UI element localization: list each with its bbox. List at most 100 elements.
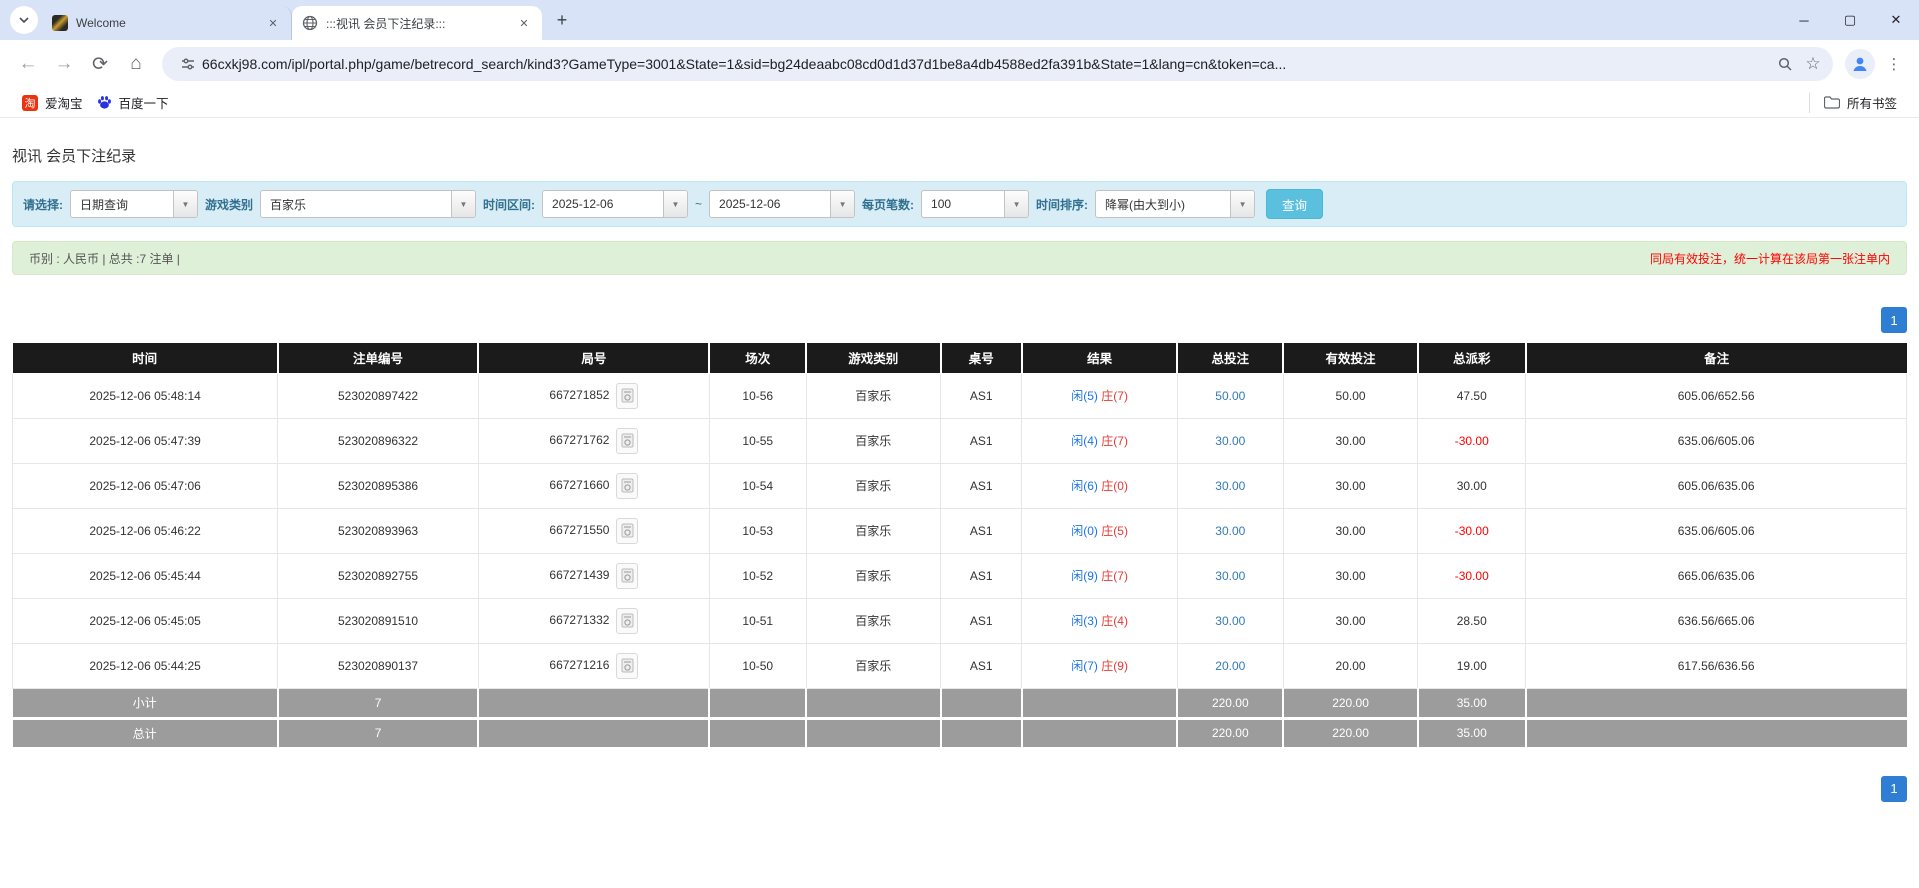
date-from-select[interactable]: 2025-12-06 ▼	[542, 190, 689, 218]
menu-kebab-icon[interactable]: ⋮	[1879, 49, 1909, 79]
sort-order-select[interactable]: 降幂(由大到小) ▼	[1095, 190, 1256, 218]
all-bookmarks-button[interactable]: 所有书签	[1808, 92, 1911, 113]
close-icon[interactable]: ✕	[265, 15, 281, 31]
time-cell: 2025-12-06 05:45:44	[11, 552, 279, 599]
video-replay-icon[interactable]	[616, 517, 639, 544]
table-row: 2025-12-06 05:47:39 523020896322 667271762…	[11, 417, 1907, 464]
round-number-cell: 667271550	[477, 507, 710, 554]
minimize-button[interactable]: ─	[1781, 0, 1827, 40]
sort-label: 时间排序:	[1036, 197, 1089, 212]
tab-search-button[interactable]	[10, 6, 38, 34]
result-cell: 闲(6) 庄(0)	[1021, 462, 1178, 509]
table-number-cell: AS1	[940, 642, 1023, 689]
home-button[interactable]: ⌂	[118, 46, 154, 82]
session-cell: 10-56	[708, 372, 807, 419]
round-number-text: 667271660	[549, 477, 610, 492]
valid-bet-cell: 220.00	[1283, 718, 1419, 750]
payout-cell: -30.00	[1417, 417, 1527, 464]
video-replay-icon[interactable]	[616, 652, 639, 679]
query-type-select[interactable]: 日期查询 ▼	[70, 190, 198, 218]
tab-strip: Welcome ✕ :::视讯 会员下注纪录::: ✕ + ─ ▢ ✕	[0, 0, 1919, 40]
total-bet-link[interactable]: 30.00	[1215, 614, 1245, 628]
result-cell: 闲(7) 庄(9)	[1021, 642, 1178, 689]
bookmark-baidu[interactable]: 百度一下	[97, 93, 169, 112]
chevron-down-icon: ▼	[1004, 191, 1029, 217]
total-bet-link[interactable]: 30.00	[1215, 479, 1245, 493]
remark-cell	[1525, 718, 1907, 750]
video-replay-icon[interactable]	[616, 382, 639, 409]
remark-cell: 617.56/636.56	[1525, 642, 1907, 689]
game-type-select[interactable]: 百家乐 ▼	[260, 190, 477, 218]
bookmark-aitaobao[interactable]: 淘 爱淘宝	[22, 93, 83, 112]
round-number-cell: 667271762	[477, 417, 710, 464]
zoom-icon[interactable]	[1771, 50, 1799, 78]
round-number-cell: 667271216	[477, 642, 710, 689]
total-bet-link[interactable]: 30.00	[1215, 524, 1245, 538]
back-button[interactable]: ←	[10, 46, 46, 82]
payout-cell: 35.00	[1417, 718, 1527, 750]
result-player: 闲(4)	[1071, 434, 1098, 448]
tab-welcome[interactable]: Welcome ✕	[42, 6, 292, 40]
bet-number-cell: 523020896322	[277, 417, 479, 464]
tab-bet-records[interactable]: :::视讯 会员下注纪录::: ✕	[292, 6, 542, 40]
result-banker: 庄(7)	[1101, 389, 1128, 403]
reload-button[interactable]: ⟳	[82, 46, 118, 82]
summary-label-cell: 小计	[12, 688, 279, 720]
page-size-select[interactable]: 100 ▼	[921, 190, 1030, 218]
total-bet-cell: 220.00	[1177, 688, 1285, 720]
total-bet-cell: 220.00	[1177, 718, 1285, 750]
total-bet-cell: 30.00	[1176, 552, 1284, 599]
time-cell: 2025-12-06 05:44:25	[11, 642, 279, 689]
address-bar[interactable]: 66cxkj98.com/ipl/portal.php/game/betreco…	[162, 47, 1833, 81]
url-text[interactable]: 66cxkj98.com/ipl/portal.php/game/betreco…	[202, 56, 1771, 72]
profile-avatar[interactable]	[1845, 49, 1875, 79]
page-number-button[interactable]: 1	[1881, 775, 1907, 802]
game-type-cell: 百家乐	[805, 597, 942, 644]
table-header-cell: 桌号	[940, 343, 1023, 374]
payout-cell: 19.00	[1417, 642, 1527, 689]
page-number-button[interactable]: 1	[1881, 307, 1907, 333]
result-cell: 闲(3) 庄(4)	[1021, 597, 1178, 644]
result-player: 闲(9)	[1071, 569, 1098, 583]
total-bet-link[interactable]: 30.00	[1215, 569, 1245, 583]
valid-bet-cell: 50.00	[1282, 372, 1419, 419]
chevron-down-icon: ▼	[451, 191, 476, 217]
bookmark-label: 百度一下	[118, 97, 169, 111]
table-header-row: 时间 注单编号 局号 场次 游戏类别 桌号 结果 总投注 有效投注 总派彩 备注	[12, 343, 1907, 374]
table-row: 2025-12-06 05:45:05 523020891510 667271332…	[11, 597, 1907, 644]
table-row: 2025-12-06 05:46:22 523020893963 667271550…	[11, 507, 1907, 554]
forward-button[interactable]: →	[46, 46, 82, 82]
close-icon[interactable]: ✕	[516, 15, 532, 31]
total-bet-link[interactable]: 30.00	[1215, 434, 1245, 448]
session-cell: 10-51	[708, 597, 807, 644]
round-number-cell: 667271852	[477, 372, 710, 419]
site-settings-icon[interactable]	[174, 50, 202, 78]
game-type-cell	[806, 688, 942, 720]
page-content: 视讯 会员下注纪录 请选择: 日期查询 ▼ 游戏类别 百家乐 ▼ 时间区间: 2…	[0, 145, 1919, 888]
result-player: 闲(0)	[1071, 524, 1098, 538]
total-bet-link[interactable]: 20.00	[1215, 659, 1245, 673]
summary-label-cell: 总计	[12, 718, 279, 750]
bookmark-star-icon[interactable]: ☆	[1799, 50, 1827, 78]
payout-cell: 28.50	[1417, 597, 1527, 644]
round-number-cell	[478, 688, 711, 720]
video-replay-icon[interactable]	[616, 472, 639, 499]
maximize-button[interactable]: ▢	[1827, 0, 1873, 40]
round-number-text: 667271852	[549, 387, 610, 402]
new-tab-button[interactable]: +	[548, 6, 576, 34]
search-button[interactable]: 查询	[1266, 189, 1324, 219]
round-number-cell: 667271660	[477, 462, 710, 509]
table-body: 2025-12-06 05:48:14 523020897422 667271852…	[11, 372, 1907, 689]
total-bet-cell: 30.00	[1176, 417, 1284, 464]
total-bet-link[interactable]: 50.00	[1215, 389, 1245, 403]
close-window-button[interactable]: ✕	[1873, 0, 1919, 40]
video-replay-icon[interactable]	[616, 427, 639, 454]
session-cell: 10-50	[708, 642, 807, 689]
round-number-cell	[478, 718, 711, 750]
table-header-cell: 结果	[1021, 343, 1179, 374]
summary-count-cell: 7	[277, 688, 480, 720]
date-to-select[interactable]: 2025-12-06 ▼	[709, 190, 856, 218]
video-replay-icon[interactable]	[616, 562, 639, 589]
tab-title: Welcome	[76, 16, 126, 30]
video-replay-icon[interactable]	[616, 607, 639, 634]
